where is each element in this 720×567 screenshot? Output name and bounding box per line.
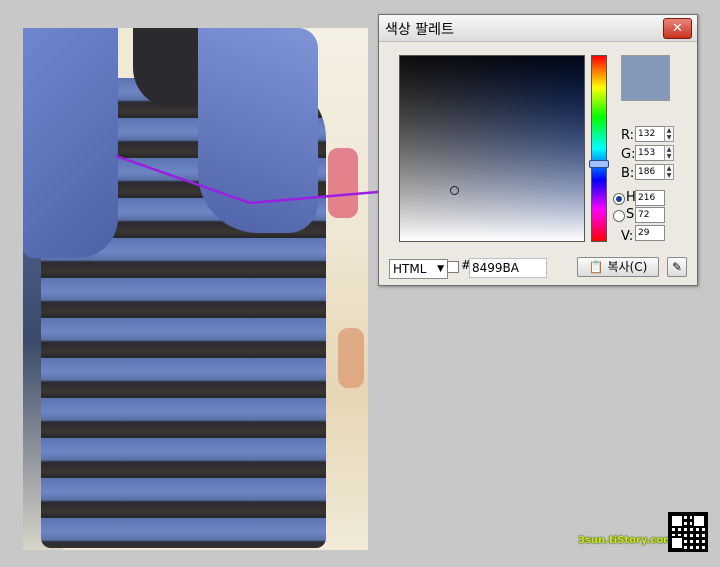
hue-slider[interactable] — [591, 55, 607, 242]
qr-corner — [670, 536, 684, 550]
hash-checkbox[interactable] — [447, 261, 459, 273]
r-label: R: — [621, 128, 635, 143]
qr-corner — [670, 514, 684, 528]
close-icon: ✕ — [672, 21, 683, 36]
saturation-value-picker[interactable] — [399, 55, 585, 242]
photo-decoration — [338, 328, 364, 388]
hex-value-field[interactable]: 8499BA — [469, 258, 547, 278]
value-gradient — [400, 56, 584, 241]
clipboard-icon: 📋 — [588, 260, 604, 274]
color-palette-window: 색상 팔레트 ✕ R: 132 ▲ ▼ G: 153 ▲ ▼ B: 186 ▲ ▼ H… — [378, 14, 698, 286]
chevron-down-icon: ▼ — [437, 264, 444, 274]
b-field[interactable]: 186 — [635, 164, 665, 180]
copy-button[interactable]: 📋 복사(C) — [577, 257, 659, 277]
s-label: S — [626, 207, 635, 222]
h-field[interactable]: 216 — [635, 190, 665, 206]
r-field[interactable]: 132 — [635, 126, 665, 142]
close-button[interactable]: ✕ — [663, 18, 692, 39]
eyedropper-icon: ✎ — [671, 260, 683, 274]
hue-slider-thumb[interactable] — [589, 160, 609, 168]
watermark-text: 3sun.tiStory.com — [578, 535, 674, 546]
picker-cursor[interactable] — [450, 186, 459, 195]
format-select[interactable]: HTML ▼ — [389, 259, 448, 279]
b-spinner[interactable]: ▲ ▼ — [664, 164, 674, 180]
g-field[interactable]: 153 — [635, 145, 665, 161]
jacket-right-sleeve — [198, 28, 318, 233]
s-radio[interactable] — [613, 210, 625, 222]
qr-corner — [692, 514, 706, 528]
photo-decoration — [328, 148, 358, 218]
h-radio[interactable] — [613, 193, 625, 205]
b-label: B: — [621, 166, 635, 181]
copy-button-label: 복사(C) — [607, 260, 648, 274]
eyedropper-button[interactable]: ✎ — [667, 257, 687, 277]
title-bar[interactable]: 색상 팔레트 ✕ — [379, 15, 697, 42]
v-field[interactable]: 29 — [635, 225, 665, 241]
format-select-value: HTML — [393, 262, 427, 276]
dress-photo — [23, 28, 368, 550]
g-label: G: — [621, 147, 636, 162]
g-spinner[interactable]: ▲ ▼ — [664, 145, 674, 161]
s-field[interactable]: 72 — [635, 207, 665, 223]
v-label: V: — [621, 229, 634, 244]
window-title: 색상 팔레트 — [385, 22, 454, 38]
qr-code — [668, 512, 708, 552]
jacket-left-sleeve — [23, 28, 118, 258]
r-spinner[interactable]: ▲ ▼ — [664, 126, 674, 142]
color-preview-swatch — [621, 55, 670, 101]
